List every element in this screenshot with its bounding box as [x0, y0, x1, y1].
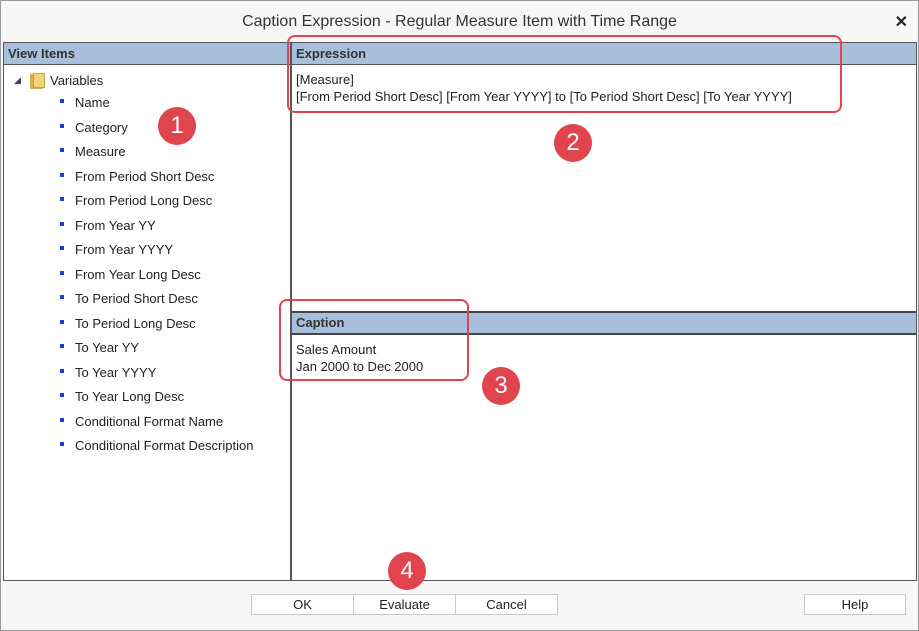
caption-highlight-box	[279, 299, 469, 381]
tree-item-label: To Period Short Desc	[75, 291, 198, 306]
bullet-icon	[60, 319, 64, 324]
bullet-icon	[60, 393, 64, 397]
tree-item-label: From Year Long Desc	[75, 266, 201, 282]
view-items-panel: View Items ◢ Variables Name Category Mea…	[3, 42, 291, 581]
bullet-icon	[60, 344, 64, 348]
bullet-icon	[60, 368, 64, 373]
tree-item-label: To Year YY	[75, 340, 140, 355]
tree-item-label: Measure	[75, 144, 126, 159]
bullet-icon	[60, 123, 64, 128]
bullet-icon	[60, 197, 64, 201]
collapse-triangle-icon[interactable]: ◢	[14, 75, 28, 86]
view-items-header: View Items	[4, 43, 290, 65]
close-icon[interactable]: ✕	[895, 12, 908, 32]
callout-badge: 2	[554, 124, 592, 162]
tree-item[interactable]: From Year YY	[60, 218, 253, 243]
variables-list: Name Category Measure From Period Short …	[60, 95, 253, 463]
bullet-icon	[60, 148, 64, 152]
tree-item-label: Conditional Format Name	[75, 413, 224, 429]
tree-item[interactable]: To Year YY	[60, 340, 253, 365]
tree-item-label: From Year YY	[75, 217, 156, 233]
tree-item-label: From Period Short Desc	[75, 168, 215, 184]
tree-item[interactable]: To Year Long Desc	[60, 389, 253, 414]
folder-icon	[28, 71, 46, 89]
tree-item[interactable]: To Period Short Desc	[60, 291, 253, 316]
bullet-icon	[60, 246, 64, 250]
bullet-icon	[60, 221, 64, 226]
tree-item[interactable]: Conditional Format Name	[60, 414, 253, 439]
ok-button[interactable]: OK	[251, 594, 354, 615]
tree-item[interactable]: To Year YYYY	[60, 365, 253, 390]
tree-node-label: Variables	[50, 72, 104, 88]
bullet-icon	[60, 99, 64, 103]
tree-item[interactable]: To Period Long Desc	[60, 316, 253, 341]
evaluate-button[interactable]: Evaluate	[353, 594, 456, 615]
help-button[interactable]: Help	[804, 594, 906, 615]
tree-item-label: To Period Long Desc	[75, 315, 196, 331]
tree-item-label: From Period Long Desc	[75, 193, 213, 208]
tree-item-label: To Year Long Desc	[75, 389, 185, 404]
tree-item[interactable]: From Year Long Desc	[60, 267, 253, 292]
callout-badge: 3	[482, 367, 520, 405]
tree-item-label: Category	[75, 119, 128, 135]
bullet-icon	[60, 270, 64, 275]
tree-item[interactable]: From Period Long Desc	[60, 193, 253, 218]
tree-item-label: To Year YYYY	[75, 364, 157, 380]
tree-item-label: From Year YYYY	[75, 242, 174, 257]
dialog-title: Caption Expression - Regular Measure Ite…	[242, 13, 677, 30]
bullet-icon	[60, 295, 64, 299]
expression-highlight-box	[287, 35, 842, 113]
bullet-icon	[60, 172, 64, 177]
callout-badge: 1	[158, 107, 196, 145]
tree-item[interactable]: Conditional Format Description	[60, 438, 253, 463]
tree-item[interactable]: From Period Short Desc	[60, 169, 253, 194]
tree-item[interactable]: Name	[60, 95, 253, 120]
tree-item[interactable]: Measure	[60, 144, 253, 169]
tree-node-variables[interactable]: ◢ Variables	[14, 71, 103, 89]
tree-item-label: Conditional Format Description	[75, 438, 254, 453]
bullet-icon	[60, 417, 64, 422]
tree-item[interactable]: Category	[60, 120, 253, 145]
tree-item[interactable]: From Year YYYY	[60, 242, 253, 267]
bullet-icon	[60, 442, 64, 446]
callout-badge: 4	[388, 552, 426, 590]
tree-item-label: Name	[75, 95, 110, 110]
cancel-button[interactable]: Cancel	[455, 594, 558, 615]
